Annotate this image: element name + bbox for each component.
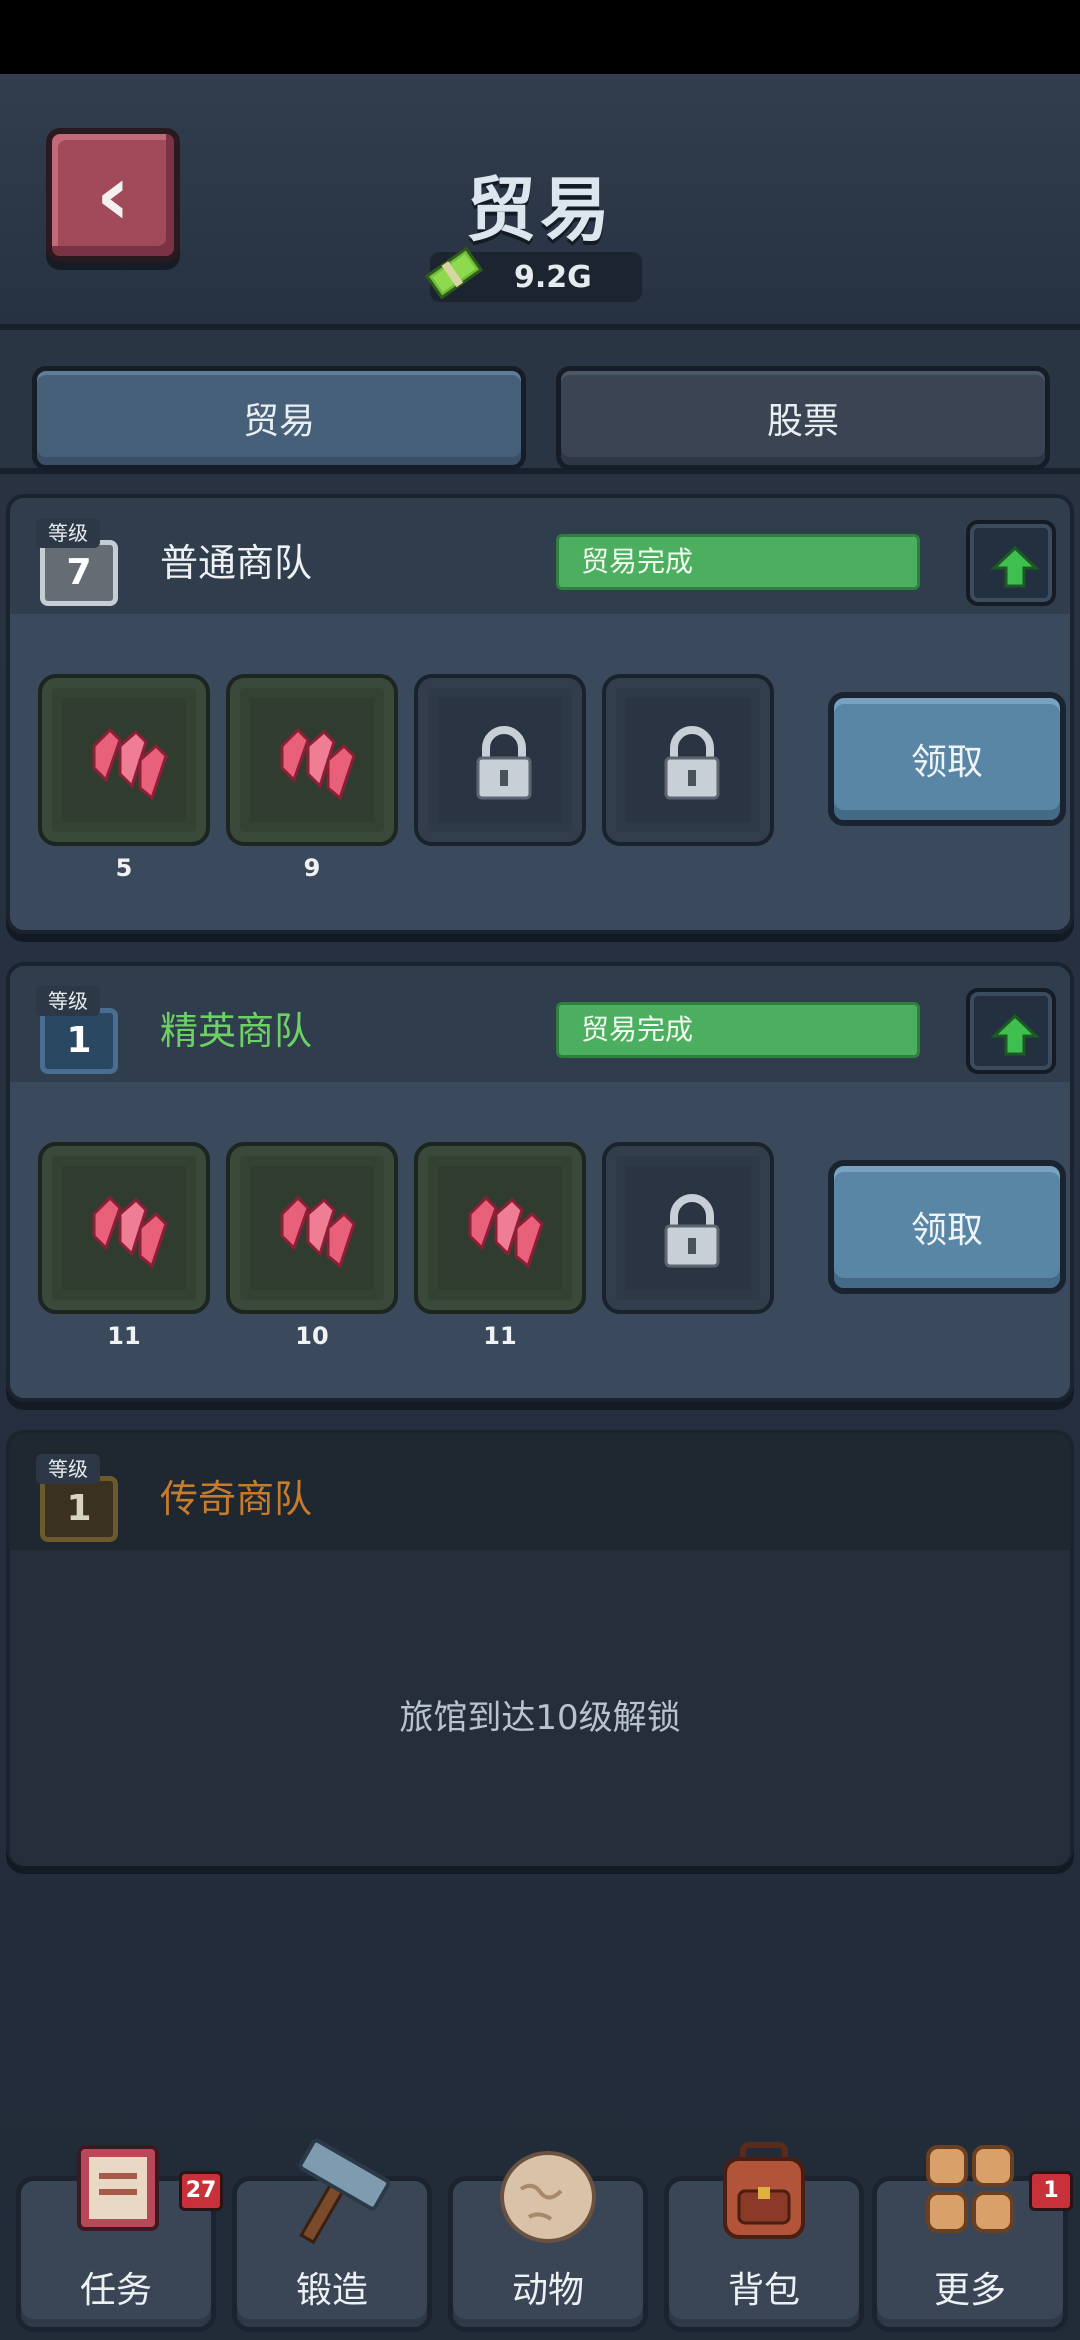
claim-button[interactable]: 领取 (828, 1160, 1066, 1294)
backpack-icon (723, 2142, 805, 2239)
caravan-header: 等级 7 普通商队 贸易完成 (10, 498, 1070, 614)
trade-screen: ‹ 贸易 9.2G 贸易 股票 等级 7 普通商队 贸易完成 5 9 领取 等级… (0, 74, 1080, 2340)
grid-menu-icon (926, 2145, 1014, 2233)
level-number: 1 (40, 1476, 118, 1542)
unlock-message: 旅馆到达10级解锁 (399, 1698, 681, 1738)
header: ‹ 贸易 9.2G (0, 74, 1080, 330)
level-badge: 等级 7 (36, 518, 120, 606)
caravan-header: 等级 1 传奇商队 (10, 1434, 1070, 1550)
reward-slot[interactable] (38, 674, 210, 846)
cash-icon (424, 246, 484, 300)
trade-status: 贸易完成 (556, 1002, 920, 1058)
upgrade-button[interactable] (966, 520, 1056, 606)
upgrade-button[interactable] (966, 988, 1056, 1074)
arrow-up-icon (990, 545, 1040, 588)
caravan-name: 精英商队 (160, 1009, 313, 1053)
reward-slot[interactable] (414, 1142, 586, 1314)
claim-button[interactable]: 领取 (828, 692, 1066, 826)
currency-display: 9.2G (424, 246, 642, 302)
reward-slot[interactable] (226, 1142, 398, 1314)
nav-more[interactable]: 1 更多 (872, 2145, 1073, 2332)
nav-animals[interactable]: 动物 (448, 2151, 648, 2332)
ruby-gem-icon (280, 1195, 356, 1269)
locked-slot (602, 1142, 774, 1314)
slot-count: 5 (115, 854, 133, 882)
nav-forge[interactable]: 锻造 (232, 2139, 432, 2332)
caravan-header: 等级 1 精英商队 贸易完成 (10, 966, 1070, 1082)
nav-label: 背包 (727, 2270, 800, 2311)
arrow-up-icon (990, 1013, 1040, 1056)
caravan-panel-normal: 等级 7 普通商队 贸易完成 5 9 领取 (6, 494, 1074, 934)
ruby-gem-icon (468, 1195, 544, 1269)
nav-backpack[interactable]: 背包 (664, 2142, 864, 2332)
reward-slot[interactable] (38, 1142, 210, 1314)
caravan-name: 普通商队 (160, 541, 313, 585)
slot-count: 9 (303, 854, 321, 882)
slot-count: 10 (295, 1322, 329, 1350)
page-title: 贸易 (466, 169, 614, 251)
caravan-panel-legend: 等级 1 传奇商队 旅馆到达10级解锁 (6, 1430, 1074, 1866)
locked-slot (602, 674, 774, 846)
lock-icon (664, 1194, 720, 1268)
more-badge: 1 (1029, 2171, 1073, 2211)
tab-trade[interactable]: 贸易 (32, 366, 526, 470)
caravan-panel-elite: 等级 1 精英商队 贸易完成 11 10 11 领取 (6, 962, 1074, 1402)
slot-count: 11 (483, 1322, 517, 1350)
lock-icon (476, 726, 532, 800)
bottom-nav: 27 任务 锻造 动物 背包 1 更多 (0, 2139, 1080, 2340)
currency-value: 9.2G (514, 260, 592, 295)
caravan-name: 传奇商队 (160, 1477, 313, 1521)
trade-status: 贸易完成 (556, 534, 920, 590)
locked-content: 旅馆到达10级解锁 (10, 1550, 1070, 1866)
tab-bar: 贸易 股票 (0, 336, 1080, 474)
slot-count: 11 (107, 1322, 141, 1350)
reward-slot[interactable] (226, 674, 398, 846)
level-badge: 等级 1 (36, 1454, 120, 1542)
level-tag: 等级 (36, 986, 100, 1016)
status-bar (0, 0, 1080, 74)
task-count-badge: 27 (179, 2171, 223, 2211)
nav-tasks[interactable]: 27 任务 (16, 2145, 223, 2332)
ruby-gem-icon (92, 1195, 168, 1269)
level-tag: 等级 (36, 518, 100, 548)
locked-slot (414, 674, 586, 846)
level-number: 1 (40, 1008, 118, 1074)
nav-label: 更多 (933, 2270, 1006, 2311)
ruby-gem-icon (280, 727, 356, 801)
level-badge: 等级 1 (36, 986, 120, 1074)
book-icon (77, 2145, 159, 2231)
nav-label: 动物 (511, 2270, 584, 2311)
level-number: 7 (40, 540, 118, 606)
nav-label: 任务 (79, 2270, 152, 2311)
ruby-gem-icon (92, 727, 168, 801)
nav-label: 锻造 (295, 2270, 368, 2311)
lock-icon (664, 726, 720, 800)
level-tag: 等级 (36, 1454, 100, 1484)
hammer-icon (298, 2139, 391, 2245)
egg-icon (500, 2151, 596, 2243)
tab-stocks[interactable]: 股票 (556, 366, 1050, 470)
